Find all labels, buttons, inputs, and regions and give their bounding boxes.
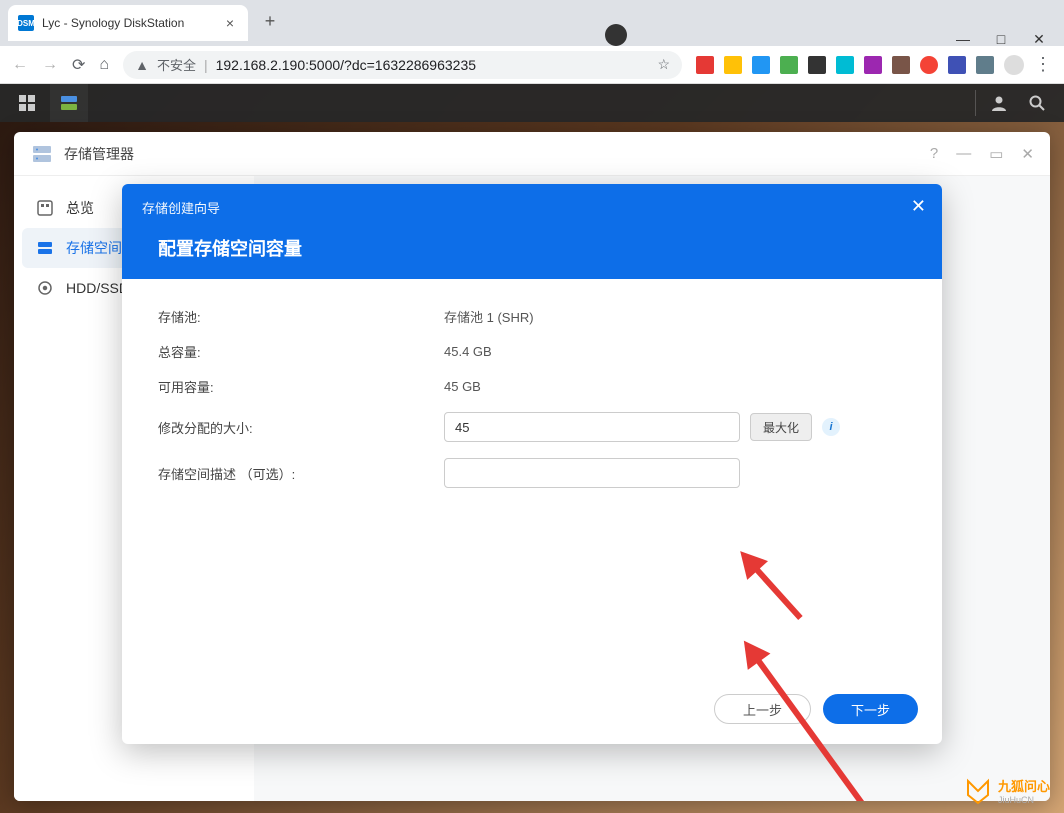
storage-manager-window: 存储管理器 ? — ▭ ✕ 总览 存储空 (14, 132, 1050, 801)
extension-icon[interactable] (780, 56, 798, 74)
modal-title: 配置存储空间容量 (142, 235, 922, 261)
dsm-desktop: 存储管理器 ? — ▭ ✕ 总览 存储空 (0, 84, 1064, 813)
maximize-button[interactable]: 最大化 (750, 413, 812, 441)
allocated-size-input[interactable] (444, 412, 740, 442)
window-maximize-icon[interactable]: □ (994, 32, 1008, 46)
nav-home-icon[interactable]: ⌂ (99, 56, 109, 74)
storage-wizard-modal: 存储创建向导 配置存储空间容量 ✕ 存储池: 存储池 1 (SHR) 总容量: … (122, 184, 942, 744)
modal-header: 存储创建向导 配置存储空间容量 ✕ (122, 184, 942, 279)
profile-badge-icon[interactable] (605, 24, 627, 46)
info-icon[interactable]: i (822, 418, 840, 436)
total-capacity-label: 总容量: (158, 342, 444, 361)
extension-icon[interactable] (892, 56, 910, 74)
url-input[interactable]: ▲ 不安全 | 192.168.2.190:5000/?dc=163228696… (123, 51, 682, 79)
window-minimize-icon[interactable]: — (956, 32, 970, 46)
window-controls: — □ ✕ (956, 20, 1064, 46)
available-capacity-label: 可用容量: (158, 377, 444, 396)
nav-forward-icon[interactable]: → (42, 56, 58, 74)
modal-breadcrumb: 存储创建向导 (142, 198, 922, 217)
browser-tab-strip: DSM Lyc - Synology DiskStation × + — □ ✕ (0, 0, 1064, 46)
extension-icon[interactable] (864, 56, 882, 74)
modal-overlay: 存储创建向导 配置存储空间容量 ✕ 存储池: 存储池 1 (SHR) 总容量: … (14, 132, 1050, 801)
insecure-warning-icon: ▲ (135, 57, 149, 73)
extension-icon[interactable] (808, 56, 826, 74)
dsm-search-icon[interactable] (1018, 84, 1056, 122)
dsm-storage-manager-icon[interactable] (50, 84, 88, 122)
watermark-text: 九狐问心 (998, 776, 1050, 795)
insecure-label: 不安全 (157, 55, 196, 74)
modal-body: 存储池: 存储池 1 (SHR) 总容量: 45.4 GB 可用容量: 45 G… (122, 279, 942, 678)
total-capacity-value: 45.4 GB (444, 344, 492, 359)
modal-close-icon[interactable]: ✕ (911, 196, 926, 217)
pool-value: 存储池 1 (SHR) (444, 307, 534, 326)
pool-label: 存储池: (158, 307, 444, 326)
extension-icon[interactable] (752, 56, 770, 74)
watermark-icon (964, 777, 992, 805)
profile-avatar-icon[interactable] (1004, 55, 1024, 75)
browser-menu-icon[interactable]: ⋮ (1034, 54, 1052, 75)
address-bar: ← → ⟳ ⌂ ▲ 不安全 | 192.168.2.190:5000/?dc=1… (0, 46, 1064, 84)
available-capacity-value: 45 GB (444, 379, 481, 394)
description-label: 存储空间描述 （可选）: (158, 464, 444, 483)
nav-back-icon[interactable]: ← (12, 56, 28, 74)
prev-button[interactable]: 上一步 (714, 694, 811, 724)
watermark: 九狐问心 JiuHuCN (964, 776, 1050, 805)
modal-footer: 上一步 下一步 (122, 678, 942, 744)
extension-icon[interactable] (836, 56, 854, 74)
bookmark-star-icon[interactable]: ☆ (657, 56, 670, 73)
extension-icon[interactable] (920, 56, 938, 74)
extension-icon[interactable] (948, 56, 966, 74)
tab-close-icon[interactable]: × (222, 15, 238, 31)
new-tab-button[interactable]: + (256, 7, 284, 35)
window-close-icon[interactable]: ✕ (1032, 32, 1046, 46)
favicon-icon: DSM (18, 15, 34, 31)
extension-icons: ⋮ (696, 54, 1052, 75)
dsm-user-icon[interactable] (980, 84, 1018, 122)
description-input[interactable] (444, 458, 740, 488)
extension-icon[interactable] (724, 56, 742, 74)
next-button[interactable]: 下一步 (823, 694, 918, 724)
browser-tab[interactable]: DSM Lyc - Synology DiskStation × (8, 5, 248, 41)
dsm-taskbar (0, 84, 1064, 122)
url-text: 192.168.2.190:5000/?dc=1632286963235 (216, 57, 476, 73)
extension-icon[interactable] (696, 56, 714, 74)
nav-reload-icon[interactable]: ⟳ (72, 55, 85, 75)
tab-title: Lyc - Synology DiskStation (42, 16, 214, 30)
watermark-sub: JiuHuCN (998, 795, 1050, 805)
dsm-apps-icon[interactable] (8, 84, 46, 122)
extension-puzzle-icon[interactable] (976, 56, 994, 74)
allocated-size-label: 修改分配的大小: (158, 418, 444, 437)
